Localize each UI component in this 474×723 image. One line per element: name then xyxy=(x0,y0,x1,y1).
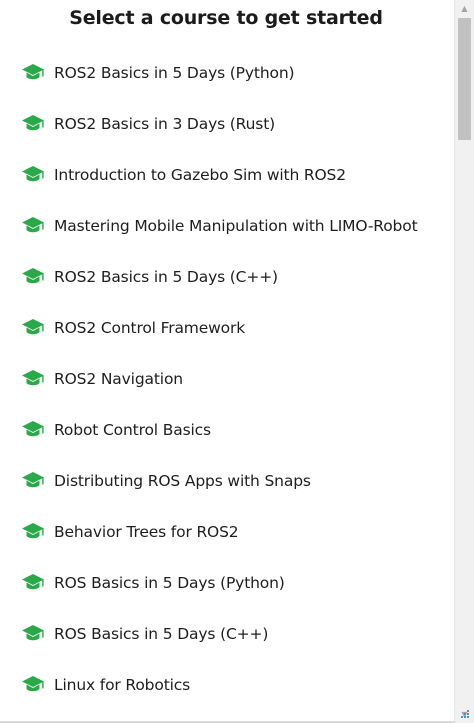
course-label: Distributing ROS Apps with Snaps xyxy=(54,472,311,490)
course-item-ros2-basics-rust[interactable]: ROS2 Basics in 3 Days (Rust) xyxy=(20,109,450,139)
course-item-ros2-control[interactable]: ROS2 Control Framework xyxy=(20,313,450,343)
graduation-cap-icon xyxy=(20,215,46,237)
course-label: Mastering Mobile Manipulation with LIMO-… xyxy=(54,217,418,235)
course-label: Behavior Trees for ROS2 xyxy=(54,523,239,541)
course-label: Linux for Robotics xyxy=(54,676,191,694)
graduation-cap-icon xyxy=(20,164,46,186)
course-label: Robot Control Basics xyxy=(54,421,211,439)
graduation-cap-icon xyxy=(20,623,46,645)
graduation-cap-icon xyxy=(20,572,46,594)
graduation-cap-icon xyxy=(20,674,46,696)
graduation-cap-icon xyxy=(20,470,46,492)
course-item-linux-robotics[interactable]: Linux for Robotics xyxy=(20,670,450,700)
graduation-cap-icon xyxy=(20,317,46,339)
course-selection-panel: Select a course to get started ROS2 Basi… xyxy=(0,0,474,723)
course-label: ROS2 Basics in 5 Days (C++) xyxy=(54,268,278,286)
course-label: ROS Basics in 5 Days (C++) xyxy=(54,625,269,643)
course-label: ROS2 Control Framework xyxy=(54,319,246,337)
course-item-ros2-basics-cpp[interactable]: ROS2 Basics in 5 Days (C++) xyxy=(20,262,450,292)
scroll-up-arrow-icon[interactable]: ▲ xyxy=(455,0,474,17)
graduation-cap-icon xyxy=(20,113,46,135)
course-item-ros2-basics-python[interactable]: ROS2 Basics in 5 Days (Python) xyxy=(20,58,450,88)
scrollbar-thumb[interactable] xyxy=(458,18,471,140)
course-item-gazebo-sim[interactable]: Introduction to Gazebo Sim with ROS2 xyxy=(20,160,450,190)
graduation-cap-icon xyxy=(20,368,46,390)
course-item-ros-basics-python[interactable]: ROS Basics in 5 Days (Python) xyxy=(20,568,450,598)
graduation-cap-icon xyxy=(20,419,46,441)
graduation-cap-icon xyxy=(20,521,46,543)
course-item-ros-apps-snaps[interactable]: Distributing ROS Apps with Snaps xyxy=(20,466,450,496)
course-item-behavior-trees[interactable]: Behavior Trees for ROS2 xyxy=(20,517,450,547)
course-label: Introduction to Gazebo Sim with ROS2 xyxy=(54,166,346,184)
course-label: ROS2 Basics in 5 Days (Python) xyxy=(54,64,295,82)
course-label: ROS2 Basics in 3 Days (Rust) xyxy=(54,115,276,133)
vertical-scrollbar[interactable]: ▲ ▼ xyxy=(454,0,474,723)
course-item-robot-control-basics[interactable]: Robot Control Basics xyxy=(20,415,450,445)
graduation-cap-icon xyxy=(20,266,46,288)
course-item-ros2-navigation[interactable]: ROS2 Navigation xyxy=(20,364,450,394)
graduation-cap-icon xyxy=(20,62,46,84)
course-label: ROS Basics in 5 Days (Python) xyxy=(54,574,285,592)
course-item-mobile-manipulation[interactable]: Mastering Mobile Manipulation with LIMO-… xyxy=(20,211,450,241)
course-label: ROS2 Navigation xyxy=(54,370,183,388)
course-item-ros-basics-cpp[interactable]: ROS Basics in 5 Days (C++) xyxy=(20,619,450,649)
resize-grip-icon[interactable] xyxy=(458,707,472,721)
panel-title: Select a course to get started xyxy=(69,7,383,29)
